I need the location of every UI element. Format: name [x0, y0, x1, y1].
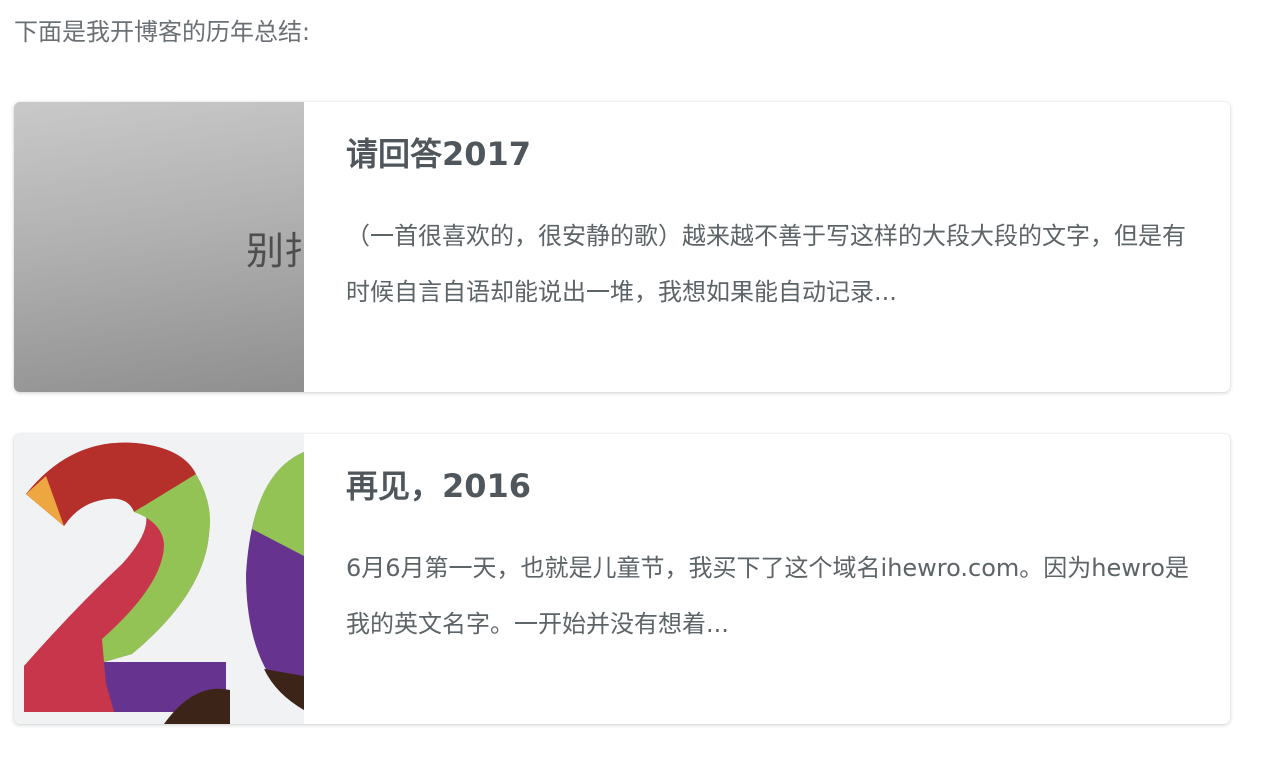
post-excerpt: （一首很喜欢的，很安静的歌）越来越不善于写这样的大段大段的文字，但是有时候自言自… — [346, 222, 1186, 306]
post-content: 请回答2017 （一首很喜欢的，很安静的歌）越来越不善于写这样的大段大段的文字，… — [346, 130, 1206, 320]
post-excerpt: 6月6月第一天，也就是儿童节，我买下了这个域名ihewro.com。因为hewr… — [346, 554, 1189, 638]
post-card[interactable]: 再见，2016 6月6月第一天，也就是儿童节，我买下了这个域名ihewro.co… — [14, 434, 1230, 724]
intro-text: 下面是我开博客的历年总结: — [14, 18, 311, 46]
post-title[interactable]: 再见，2016 — [346, 462, 1206, 510]
post-title[interactable]: 请回答2017 — [346, 130, 1206, 178]
post-thumbnail[interactable]: 别扎 — [14, 102, 304, 392]
post-content: 再见，2016 6月6月第一天，也就是儿童节，我买下了这个域名ihewro.co… — [346, 462, 1206, 652]
thumbnail-text: 别扎 — [246, 229, 304, 273]
post-thumbnail[interactable] — [14, 434, 304, 724]
year-graphic — [24, 442, 304, 724]
post-card[interactable]: 别扎 请回答2017 （一首很喜欢的，很安静的歌）越来越不善于写这样的大段大段的… — [14, 102, 1230, 392]
